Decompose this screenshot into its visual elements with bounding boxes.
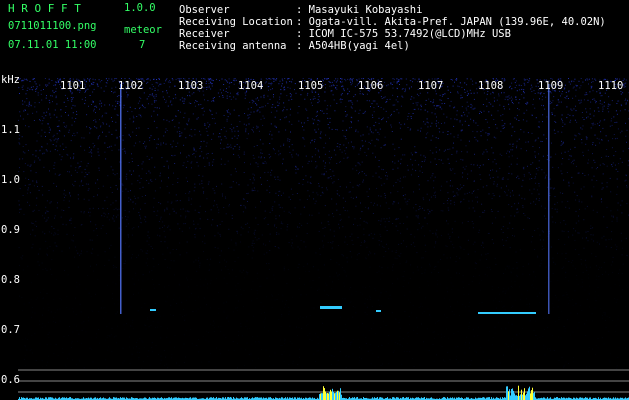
meteor-echo	[478, 312, 536, 314]
y-tick-label: 1.0	[1, 174, 20, 186]
noise-field	[18, 78, 629, 369]
y-tick-label: 0.8	[1, 274, 20, 286]
x-tick-label: 1103	[178, 80, 204, 92]
app-title: H R O F F T	[8, 2, 81, 15]
file-name: 0711011100.png	[8, 20, 97, 32]
meteor-echo	[376, 310, 381, 312]
meteor-echo	[320, 306, 342, 309]
y-tick-label: 0.6	[1, 374, 20, 386]
x-tick-label: 1102	[118, 80, 144, 92]
y-axis-unit: kHz	[1, 74, 20, 86]
y-tick-label: 0.7	[1, 324, 20, 336]
meteor-label: meteor	[124, 24, 162, 36]
y-tick-label: 0.9	[1, 224, 20, 236]
x-tick-label: 1108	[478, 80, 504, 92]
spectrogram	[18, 78, 629, 400]
info-antenna-value: : A504HB(yagi 4el)	[296, 40, 410, 52]
intensity-profile	[18, 385, 629, 400]
app-version: 1.0.0	[124, 2, 156, 14]
x-tick-label: 1110	[598, 80, 624, 92]
x-tick-label: 1106	[358, 80, 384, 92]
x-tick-label: 1105	[298, 80, 324, 92]
x-tick-label: 1101	[60, 80, 86, 92]
meteor-echo	[150, 309, 156, 311]
info-antenna-label: Receiving antenna	[179, 40, 287, 52]
meteor-count: 7	[139, 39, 146, 51]
meteor-streak	[120, 84, 122, 314]
observation-datetime: 07.11.01 11:00	[8, 39, 97, 51]
meteor-streak	[548, 84, 550, 314]
x-tick-label: 1109	[538, 80, 564, 92]
y-tick-label: 1.1	[1, 124, 20, 136]
x-tick-label: 1107	[418, 80, 444, 92]
x-tick-label: 1104	[238, 80, 264, 92]
